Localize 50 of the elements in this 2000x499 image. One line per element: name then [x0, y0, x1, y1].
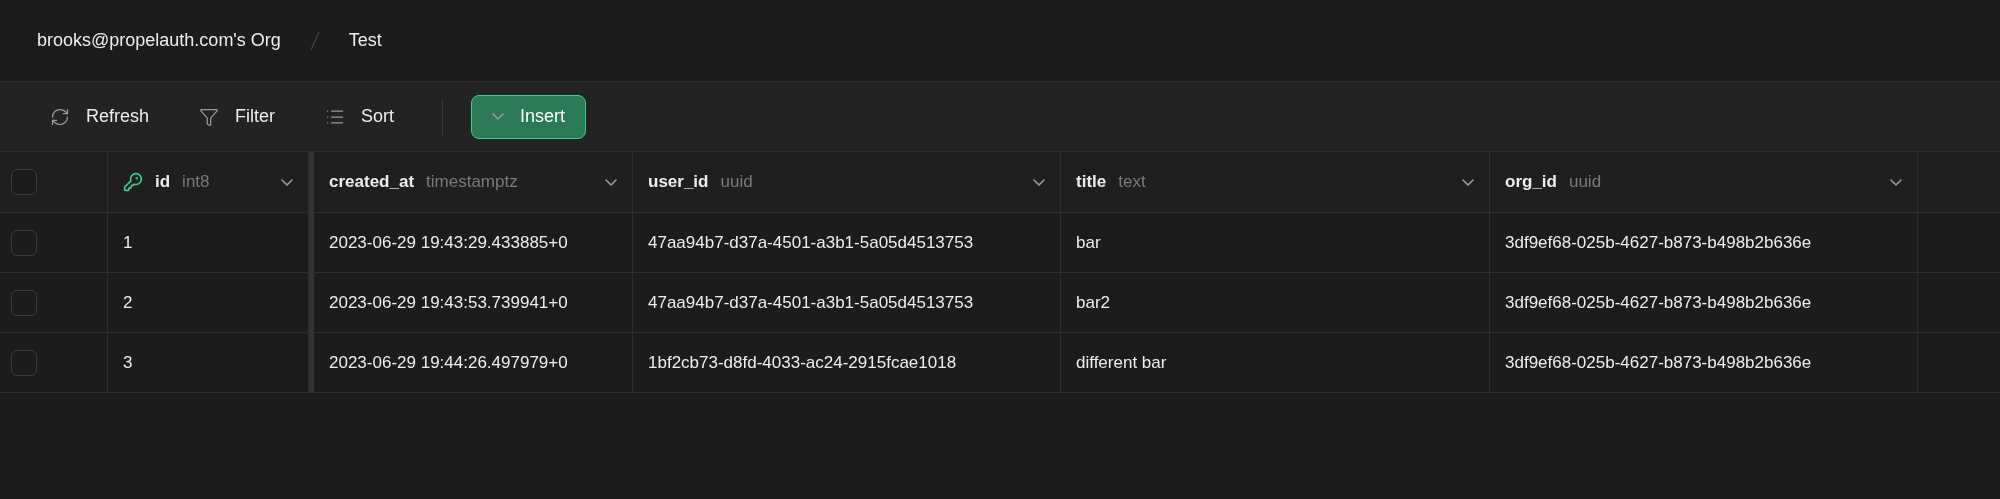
key-icon: [123, 172, 143, 192]
checkbox[interactable]: [11, 229, 37, 256]
table-cell-text: 2023-06-29 19:44:26.497979+0: [329, 351, 568, 374]
chevron-icon[interactable]: [1890, 178, 1902, 186]
column-header[interactable]: user_id uuid: [633, 152, 1061, 212]
chevron-icon[interactable]: [281, 178, 293, 186]
checkbox[interactable]: [11, 349, 37, 376]
table-cell-text: 3df9ef68-025b-4627-b873-b498b2b636e: [1505, 291, 1812, 314]
checkbox[interactable]: [11, 169, 37, 195]
chevron-icon[interactable]: [605, 178, 617, 186]
column-name: id: [155, 171, 171, 194]
table-cell-text: 3: [123, 351, 133, 374]
table-cell-text: 2023-06-29 19:43:53.739941+0: [329, 291, 568, 314]
table-cell-text: 47aa94b7-d37a-4501-a3b1-5a05d4513753: [648, 291, 974, 314]
column-type: uuid: [720, 171, 753, 194]
breadcrumb-link[interactable]: Test: [348, 27, 382, 54]
column-name: created_at: [329, 171, 415, 194]
column-name: title: [1076, 171, 1107, 194]
column-type: timestamptz: [426, 171, 518, 194]
filter-icon: [199, 106, 220, 127]
table-cell-text: 1: [123, 231, 133, 254]
table-cell-text: bar: [1076, 231, 1101, 254]
column-header[interactable]: title text: [1061, 152, 1490, 212]
insert-button[interactable]: Insert: [471, 94, 587, 139]
column-header[interactable]: created_at timestamptz: [309, 152, 633, 212]
chevron-icon[interactable]: [1033, 178, 1045, 186]
breadcrumb-link[interactable]: brooks@propelauth.com's Org: [37, 27, 281, 54]
table-cell-text: 3df9ef68-025b-4627-b873-b498b2b636e: [1505, 351, 1812, 374]
table-cell-text: 47aa94b7-d37a-4501-a3b1-5a05d4513753: [648, 231, 974, 254]
refresh-icon: [50, 106, 70, 127]
column-header[interactable]: id int8: [108, 152, 309, 212]
toolbar-button[interactable]: Sort: [305, 94, 415, 139]
column-name: user_id: [648, 171, 709, 194]
table-cell-text: bar2: [1076, 291, 1111, 314]
checkbox[interactable]: [11, 289, 37, 316]
chevron-icon[interactable]: [1462, 178, 1474, 186]
table-cell-text: 2: [123, 291, 133, 314]
slash-icon: [308, 29, 321, 52]
column-type: uuid: [1568, 171, 1602, 194]
chevron-icon: [492, 113, 505, 120]
table-cell-text: 3df9ef68-025b-4627-b873-b498b2b636e: [1505, 231, 1812, 254]
toolbar-button[interactable]: Filter: [179, 94, 296, 139]
table-cell-text: different bar: [1076, 351, 1167, 374]
table-cell-text: 2023-06-29 19:43:29.433885+0: [329, 231, 568, 254]
toolbar-button[interactable]: Refresh: [30, 94, 170, 139]
column-header[interactable]: org_id uuid: [1490, 152, 1918, 212]
table-cell-text: 1bf2cb73-d8fd-4033-ac24-2915fcae1018: [648, 351, 957, 374]
column-type: text: [1118, 171, 1146, 194]
column-name: org_id: [1505, 171, 1557, 194]
column-type: int8: [182, 171, 210, 194]
